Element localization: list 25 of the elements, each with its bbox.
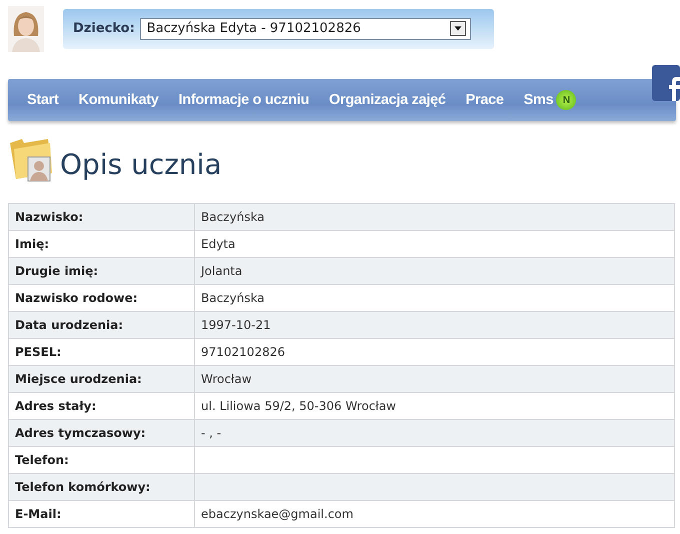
nav-link[interactable]: Komunikaty	[78, 92, 159, 108]
new-badge: N	[556, 90, 576, 110]
field-value: 1997-10-21	[194, 312, 674, 338]
field-label: Telefon komórkowy:	[8, 474, 194, 500]
nav-link[interactable]: Organizacja zajęć	[329, 92, 446, 108]
page-title: Opis ucznia	[60, 147, 222, 183]
child-dropdown[interactable]: Baczyńska Edyta - 97102102826	[140, 18, 471, 40]
field-label: Adres tymczasowy:	[8, 420, 194, 446]
field-label: Drugie imię:	[8, 258, 194, 284]
field-label: Nazwisko:	[8, 204, 194, 230]
nav-link[interactable]: Sms N	[524, 90, 576, 110]
field-value: ebaczynskae@gmail.com	[194, 500, 674, 528]
field-value: Baczyńska	[194, 204, 674, 230]
field-label: Data urodzenia:	[8, 312, 194, 338]
field-value: - , -	[194, 420, 674, 446]
field-value: Wrocław	[194, 366, 674, 392]
caret-icon	[450, 21, 466, 36]
nav-link[interactable]: Informacje o uczniu	[178, 92, 310, 108]
nav-link[interactable]: Start	[27, 92, 59, 108]
field-label: E-Mail:	[8, 500, 194, 528]
nav-link[interactable]: Prace	[466, 92, 504, 108]
field-value: Jolanta	[194, 258, 674, 284]
social-logo-icon[interactable]	[652, 65, 680, 101]
child-label: Dziecko:	[73, 21, 135, 36]
field-label: Miejsce urodzenia:	[8, 366, 194, 392]
